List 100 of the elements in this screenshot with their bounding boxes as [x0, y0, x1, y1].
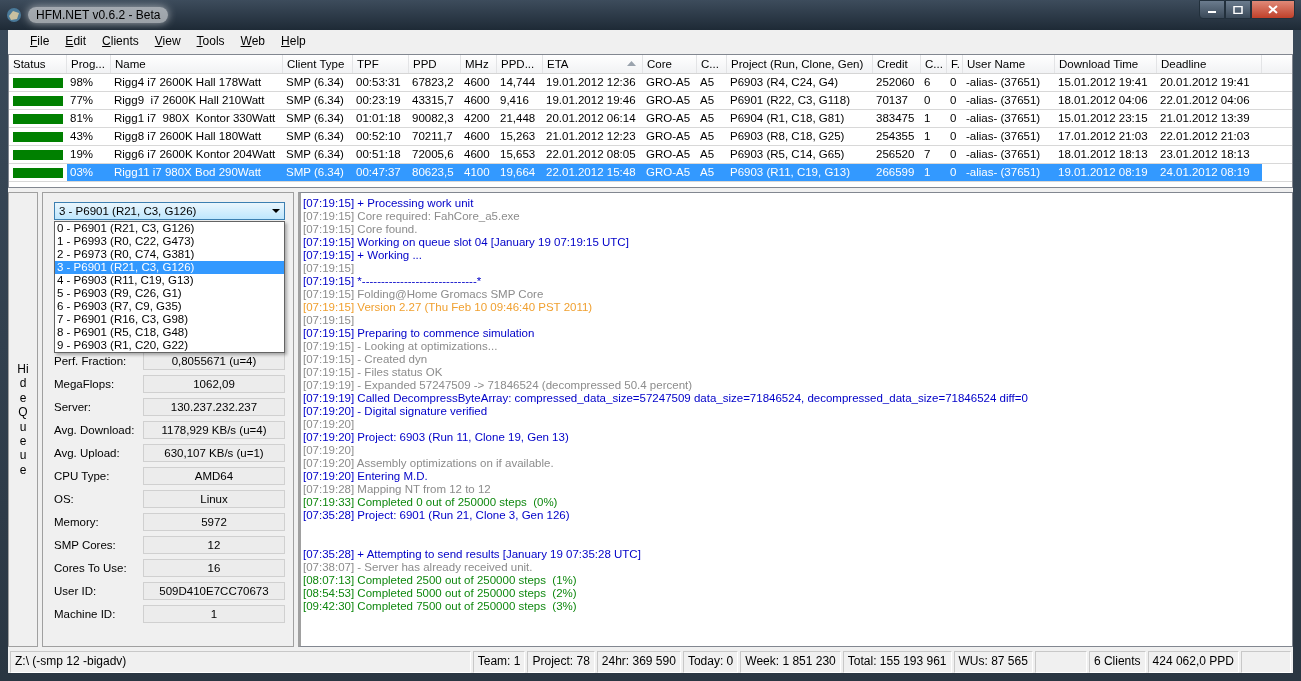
table-cell-text: A5: [699, 75, 716, 90]
table-cell-text: A5: [699, 93, 716, 108]
table-cell-text: P6903 (R5, C14, G65): [729, 147, 846, 162]
table-cell-text: 70137: [875, 93, 909, 108]
table-cell-text: 00:53:31: [355, 75, 402, 90]
column-header[interactable]: Deadline: [1157, 55, 1262, 73]
table-cell-text: -alias- (37651): [965, 147, 1042, 162]
table-cell-text: 00:52:10: [355, 129, 402, 144]
table-cell-text: SMP (6.34): [285, 147, 345, 162]
dropdown-option[interactable]: 6 - P6903 (R7, C9, G35): [55, 300, 284, 313]
table-cell: GRO-A5: [643, 164, 697, 181]
table-cell-text: A5: [699, 111, 716, 126]
column-header[interactable]: Credit: [873, 55, 921, 73]
log-line: [07:19:15] Version 2.27 (Thu Feb 10 09:46:40 PST 2011): [303, 301, 594, 314]
menu-item[interactable]: File: [22, 32, 58, 50]
table-cell-text: 4600: [463, 147, 491, 162]
table-cell-text: P6903 (R4, C24, G4): [729, 75, 840, 90]
menu-item[interactable]: View: [146, 32, 189, 50]
column-header[interactable]: Client Type: [283, 55, 353, 73]
table-cell-text: Rigg9 i7 2600K Hall 210Watt: [113, 93, 266, 108]
close-button[interactable]: [1251, 0, 1295, 19]
table-cell-text: 254355: [875, 129, 916, 144]
table-cell-text: -alias- (37651): [965, 129, 1042, 144]
column-header[interactable]: Download Time: [1055, 55, 1157, 73]
column-header[interactable]: Core: [643, 55, 697, 73]
log-line: [07:19:15] - Created dyn: [303, 353, 429, 366]
log-line: [07:19:15] Core found.: [303, 223, 419, 236]
dropdown-option[interactable]: 9 - P6903 (R1, C20, G22): [55, 339, 284, 352]
field-label: Perf. Fraction:: [54, 355, 128, 367]
table-cell: P6903 (R11, C19, G13): [727, 164, 873, 181]
table-cell: -alias- (37651): [963, 164, 1055, 181]
column-header[interactable]: F.: [947, 55, 963, 73]
dropdown-option[interactable]: 0 - P6901 (R21, C3, G126): [55, 222, 284, 235]
dropdown-option[interactable]: 1 - P6993 (R0, C22, G473): [55, 235, 284, 248]
table-cell: 80623,5: [409, 164, 461, 181]
column-header[interactable]: PPD...: [497, 55, 543, 73]
table-cell-text: 17.01.2012 21:03: [1057, 129, 1149, 144]
log-line: [07:19:20] Entering M.D.: [303, 470, 429, 483]
table-cell-text: 18.01.2012 18:13: [1057, 147, 1149, 162]
column-header[interactable]: MHz: [461, 55, 497, 73]
field-label: SMP Cores:: [54, 539, 117, 551]
maximize-icon: [1233, 5, 1243, 14]
table-cell-text: 7: [923, 147, 932, 162]
table-cell: 03%: [67, 164, 111, 181]
queue-dropdown[interactable]: 3 - P6901 (R21, C3, G126): [54, 202, 285, 220]
table-cell-text: 0: [923, 93, 932, 108]
log-line: [07:19:15] Preparing to commence simulation: [303, 327, 536, 340]
column-header[interactable]: Status: [9, 55, 67, 73]
dropdown-option[interactable]: 5 - P6903 (R9, C26, G1): [55, 287, 284, 300]
table-cell-text: 15.01.2012 23:15: [1057, 111, 1149, 126]
table-cell-text: 00:51:18: [355, 147, 402, 162]
menu-item[interactable]: Edit: [57, 32, 95, 50]
log-line: [07:19:15] + Working ...: [303, 249, 423, 262]
table-cell: 1: [921, 164, 947, 181]
table-cell-text: 0: [949, 93, 958, 108]
minimize-button[interactable]: [1199, 0, 1225, 19]
column-header[interactable]: C...: [697, 55, 727, 73]
column-header[interactable]: Name: [111, 55, 283, 73]
menu-item[interactable]: Clients: [94, 32, 147, 50]
table-cell-text: 6: [923, 75, 932, 90]
column-header[interactable]: ETA: [543, 55, 643, 73]
table-cell-text: 22.01.2012 04:06: [1159, 93, 1251, 108]
column-header[interactable]: PPD: [409, 55, 461, 73]
table-cell-text: 21.01.2012 13:39: [1159, 111, 1251, 126]
log-line: [07:35:28] Project: 6901 (Run 21, Clone 3, Gen 126): [303, 509, 571, 522]
status-text: Team: 1: [472, 651, 526, 673]
dropdown-option[interactable]: 2 - P6973 (R0, C74, G381): [55, 248, 284, 261]
table-cell-text: GRO-A5: [645, 75, 692, 90]
dropdown-option[interactable]: 4 - P6903 (R11, C19, G13): [55, 274, 284, 287]
table-cell-text: 1: [923, 129, 932, 144]
menu-item[interactable]: Help: [273, 32, 314, 50]
status-panel: [1241, 651, 1291, 673]
field-label: Avg. Download:: [54, 424, 136, 436]
table-cell-text: 00:23:19: [355, 93, 402, 108]
table-cell-text: SMP (6.34): [285, 111, 345, 126]
field-value: 1178,929 KB/s (u=4): [143, 421, 285, 439]
table-cell-text: P6901 (R22, C3, G118): [729, 93, 851, 108]
status-panel: [1034, 651, 1087, 673]
log-line: [08:07:13] Completed 2500 out of 250000 steps (1%): [303, 574, 578, 587]
column-header[interactable]: TPF: [353, 55, 409, 73]
menu-item[interactable]: Web: [232, 32, 274, 50]
table-cell-text: 4600: [463, 93, 491, 108]
table-cell-text: 18.01.2012 04:06: [1057, 93, 1149, 108]
dropdown-option[interactable]: 7 - P6901 (R16, C3, G98): [55, 313, 284, 326]
hide-queue-button[interactable]: Hide Queue: [8, 192, 38, 647]
menu-item[interactable]: Tools: [188, 32, 233, 50]
table-cell-text: 67823,2: [411, 75, 455, 90]
table-cell-text: Rigg6 i7 2600K Kontor 204Watt: [113, 147, 277, 162]
maximize-button[interactable]: [1225, 0, 1251, 19]
column-header[interactable]: Project (Run, Clone, Gen): [727, 55, 873, 73]
log-line: [07:19:15] Core required: FahCore_a5.exe: [303, 210, 521, 223]
dropdown-option[interactable]: 8 - P6901 (R5, C18, G48): [55, 326, 284, 339]
column-header[interactable]: Prog...: [67, 55, 111, 73]
table-cell: 22.01.2012 15:48: [543, 164, 643, 181]
column-header[interactable]: User Name: [963, 55, 1055, 73]
field-value: AMD64: [143, 467, 285, 485]
column-header[interactable]: C...: [921, 55, 947, 73]
table-cell-text: A5: [699, 129, 716, 144]
table-cell-text: Rigg4 i7 2600K Hall 178Watt: [113, 75, 263, 90]
table-cell-text: 383475: [875, 111, 916, 126]
